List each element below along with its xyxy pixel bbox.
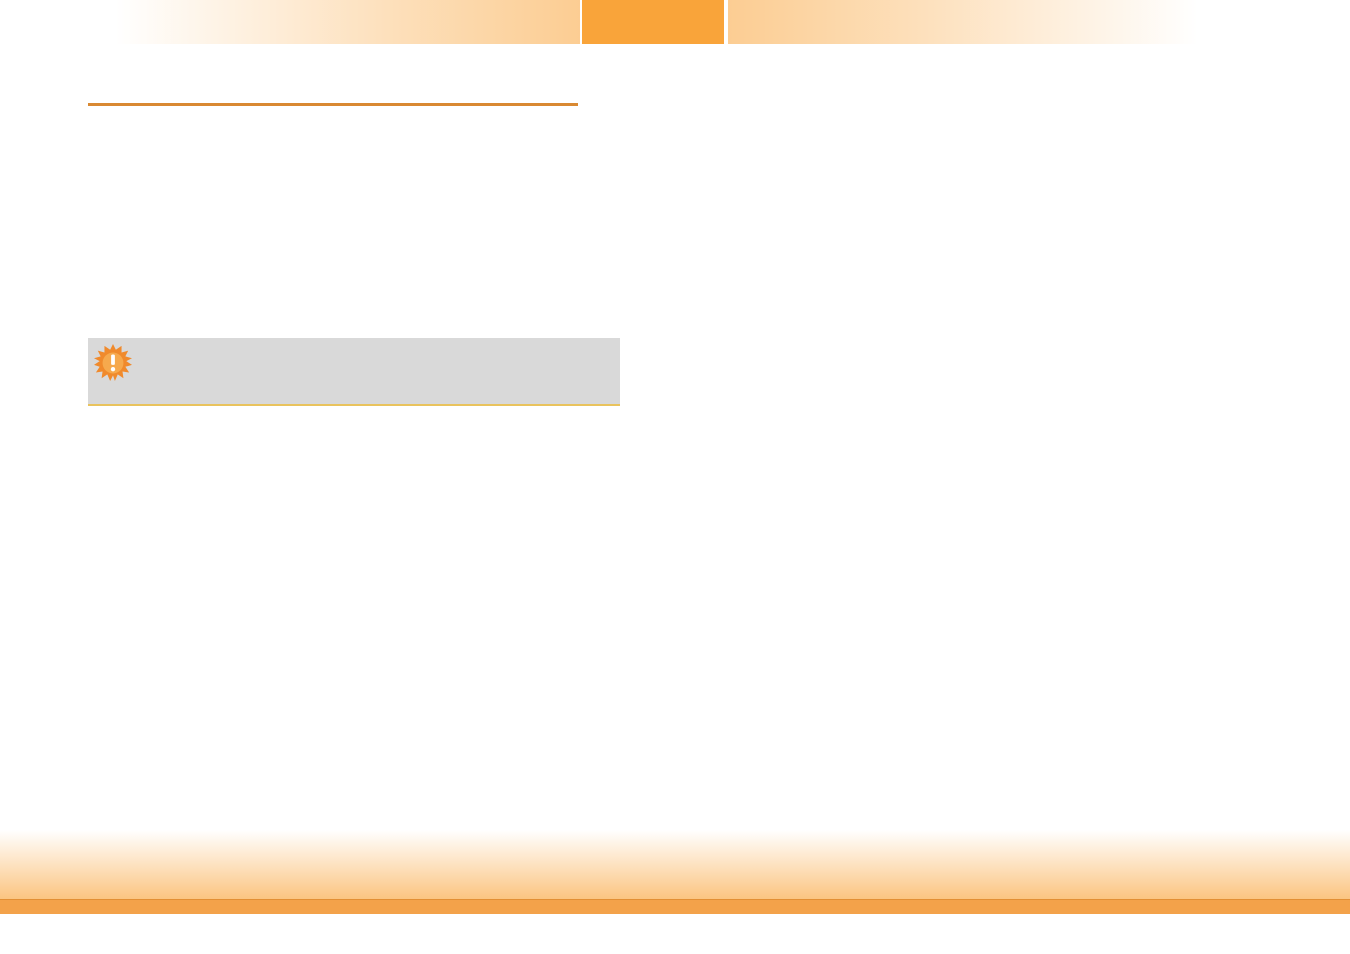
bottom-gradient xyxy=(0,830,1350,900)
tab-fade-left xyxy=(115,0,580,44)
warning-burst-icon xyxy=(94,344,132,382)
section-heading-rule xyxy=(88,103,578,106)
warning-callout xyxy=(88,338,620,406)
tab-fade-right xyxy=(728,0,1198,44)
footer-bar xyxy=(0,899,1350,914)
active-tab xyxy=(582,0,724,44)
top-tab-strip xyxy=(0,0,1350,44)
